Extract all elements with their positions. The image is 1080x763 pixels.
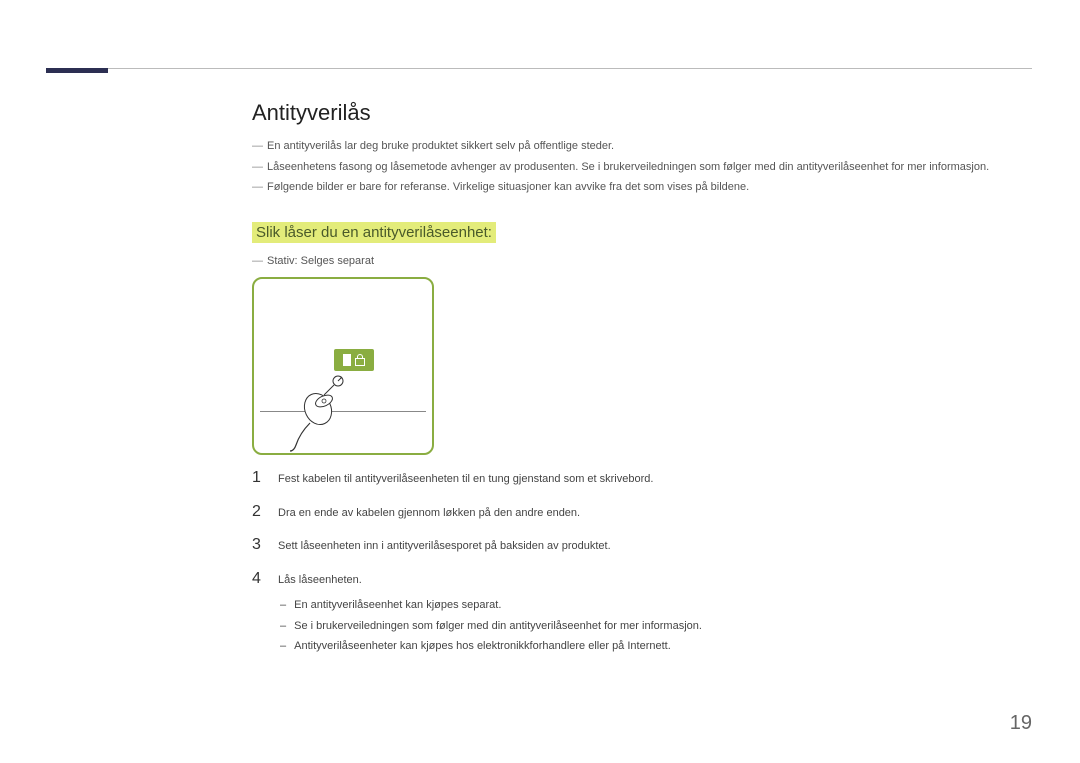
step-4: 4 Lås låseenheten. En antityverilåseenhe… xyxy=(252,570,1032,659)
header-accent xyxy=(46,68,108,73)
step-sub-item: En antityverilåseenhet kan kjøpes separa… xyxy=(278,597,702,614)
step-number: 3 xyxy=(252,536,278,554)
step-text-with-subs: Lås låseenheten. En antityverilåseenhet … xyxy=(278,572,702,659)
step-sublist: En antityverilåseenhet kan kjøpes separa… xyxy=(278,597,702,655)
step-text: Lås låseenheten. xyxy=(278,574,362,586)
step-number: 2 xyxy=(252,503,278,521)
subheading-highlight: Slik låser du en antityverilåseenhet: xyxy=(252,222,496,243)
steps-list: 1 Fest kabelen til antityverilåseenheten… xyxy=(252,469,1032,659)
intro-note-3: Følgende bilder er bare for referanse. V… xyxy=(252,179,1032,196)
step-text: Dra en ende av kabelen gjennom løkken på… xyxy=(278,505,580,523)
page-heading: Antityverilås xyxy=(252,100,1032,126)
page-number: 19 xyxy=(1010,712,1032,735)
stand-note: Stativ: Selges separat xyxy=(252,253,1032,270)
lock-illustration xyxy=(252,277,434,455)
intro-note-2: Låseenhetens fasong og låsemetode avheng… xyxy=(252,159,1032,176)
lock-slot-badge xyxy=(334,349,374,371)
slot-icon xyxy=(343,354,351,366)
step-number: 1 xyxy=(252,469,278,487)
step-text: Fest kabelen til antityverilåseenheten t… xyxy=(278,471,653,489)
step-sub-item: Antityverilåseenheter kan kjøpes hos ele… xyxy=(278,638,702,655)
step-sub-item: Se i brukerveiledningen som følger med d… xyxy=(278,618,702,635)
intro-note-1: En antityverilås lar deg bruke produktet… xyxy=(252,138,1032,155)
page-content: Antityverilås En antityverilås lar deg b… xyxy=(252,100,1032,673)
step-1: 1 Fest kabelen til antityverilåseenheten… xyxy=(252,469,1032,489)
lock-cable-icon xyxy=(290,373,360,453)
step-text: Sett låseenheten inn i antityverilåsespo… xyxy=(278,538,611,556)
step-number: 4 xyxy=(252,570,278,588)
step-2: 2 Dra en ende av kabelen gjennom løkken … xyxy=(252,503,1032,523)
lock-icon xyxy=(355,354,365,366)
step-3: 3 Sett låseenheten inn i antityverilåses… xyxy=(252,536,1032,556)
header-rule xyxy=(46,68,1032,69)
